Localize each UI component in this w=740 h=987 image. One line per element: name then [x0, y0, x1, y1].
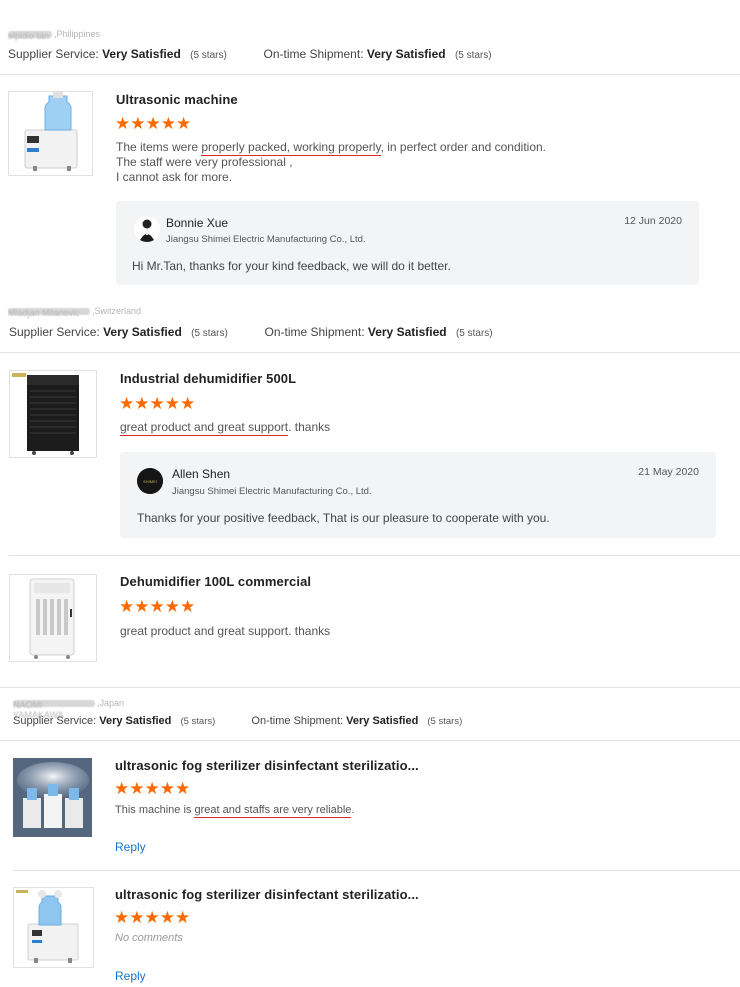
- star-rating: ★★★★★: [114, 779, 191, 798]
- avatar: [134, 216, 160, 242]
- reply-date: 21 May 2020: [638, 466, 699, 478]
- shipment-stars: (5 stars): [454, 50, 492, 61]
- supplier-service-stars: (5 stars): [191, 328, 228, 339]
- shipment-label: On-time Shipment:: [263, 47, 364, 61]
- divider: [9, 555, 740, 556]
- product-title[interactable]: Industrial dehumidifier 500L: [120, 371, 296, 386]
- reply-date: 12 Jun 2020: [624, 215, 682, 227]
- supplier-service-stars: (5 stars): [190, 50, 227, 61]
- star-rating: ★★★★★: [115, 114, 192, 133]
- blurred-buyer-name: elpidio tan: [8, 31, 52, 41]
- supplier-service-label: Supplier Service:: [8, 47, 99, 61]
- review-text: great product and great support. thanks: [120, 624, 331, 638]
- no-comments-text: No comments: [115, 932, 183, 944]
- divider: [0, 687, 740, 688]
- product-title[interactable]: ultrasonic fog sterilizer disinfectant s…: [115, 758, 419, 773]
- reply-company: Jiangsu Shimei Electric Manufacturing Co…: [166, 234, 366, 245]
- divider: [13, 870, 740, 871]
- supplier-service-label: Supplier Service:: [9, 325, 100, 339]
- reply-link[interactable]: Reply: [115, 969, 146, 983]
- review-text: great product and great support. thanks: [120, 420, 331, 436]
- review-text: This machine is great and staffs are ver…: [115, 804, 355, 818]
- reply-link[interactable]: Reply: [115, 840, 146, 854]
- buyer-country: Japan: [99, 698, 125, 708]
- buyer-info: elpidio tan ,Philippines: [8, 29, 101, 42]
- supplier-service-value: Very Satisfied: [102, 47, 181, 61]
- reply-company: Jiangsu Shimei Electric Manufacturing Co…: [172, 486, 372, 497]
- avatar: SHIMEI: [137, 468, 163, 494]
- buyer-info: Mladjan Milanovic ,Switzerland: [8, 306, 142, 319]
- reply-author: Allen Shen: [172, 467, 231, 481]
- supplier-service-label: Supplier Service:: [13, 715, 97, 727]
- supplier-service-value: Very Satisfied: [99, 715, 172, 727]
- divider: [0, 352, 740, 353]
- buyer-info: NAOMI YAMAKAWA,Japan: [13, 698, 125, 721]
- reply-text: Thanks for your positive feedback, That …: [137, 511, 550, 525]
- star-rating: ★★★★★: [114, 908, 191, 927]
- product-thumbnail[interactable]: [13, 758, 92, 837]
- shipment-value: Very Satisfied: [367, 325, 447, 339]
- review-text: The items were properly packed, working …: [116, 140, 546, 184]
- supplier-service-stars: (5 stars): [180, 716, 216, 727]
- svg-text:SHIMEI: SHIMEI: [143, 479, 157, 484]
- rating-summary: Supplier Service: Very Satisfied (5 star…: [9, 325, 493, 339]
- shipment-label: On-time Shipment:: [264, 325, 365, 339]
- star-rating: ★★★★★: [119, 597, 196, 616]
- reply-text: Hi Mr.Tan, thanks for your kind feedback…: [132, 259, 451, 273]
- rating-summary: Supplier Service: Very Satisfied (5 star…: [13, 715, 462, 727]
- supplier-reply: SHIMEI Allen Shen Jiangsu Shimei Electri…: [120, 452, 716, 538]
- buyer-country: Switzerland: [94, 306, 142, 316]
- product-thumbnail[interactable]: [9, 370, 97, 458]
- product-thumbnail[interactable]: [8, 91, 93, 176]
- product-thumbnail[interactable]: [13, 887, 94, 968]
- shipment-value: Very Satisfied: [346, 715, 419, 727]
- supplier-service-value: Very Satisfied: [103, 325, 182, 339]
- shipment-stars: (5 stars): [455, 328, 493, 339]
- shipment-value: Very Satisfied: [366, 47, 446, 61]
- shipment-label: On-time Shipment:: [251, 715, 344, 727]
- rating-summary: Supplier Service: Very Satisfied (5 star…: [8, 47, 492, 61]
- buyer-country: Philippines: [56, 29, 101, 39]
- reply-author: Bonnie Xue: [166, 216, 229, 230]
- blurred-buyer-name: NAOMI YAMAKAWA: [13, 700, 95, 720]
- product-title[interactable]: Dehumidifier 100L commercial: [120, 574, 311, 589]
- divider: [0, 74, 740, 75]
- supplier-reply: Bonnie Xue Jiangsu Shimei Electric Manuf…: [116, 201, 699, 285]
- product-title[interactable]: Ultrasonic machine: [116, 92, 238, 107]
- star-rating: ★★★★★: [119, 394, 196, 413]
- shipment-stars: (5 stars): [427, 716, 463, 727]
- product-title[interactable]: ultrasonic fog sterilizer disinfectant s…: [115, 887, 419, 902]
- divider: [0, 740, 740, 741]
- product-thumbnail[interactable]: [9, 574, 97, 662]
- blurred-buyer-name: Mladjan Milanovic: [8, 308, 90, 318]
